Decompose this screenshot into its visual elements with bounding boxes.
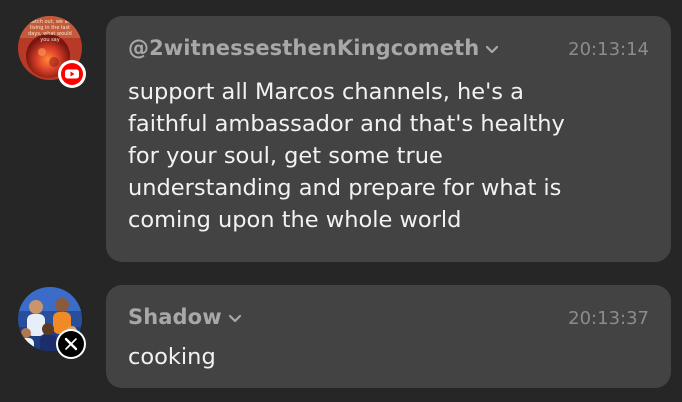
chevron-down-icon [228,305,242,329]
message-bubble: Shadow 20:13:37 cooking [106,285,671,388]
x-icon [56,329,86,359]
youtube-icon [58,60,86,88]
message-text: cooking [128,344,216,370]
author-dropdown[interactable]: @2witnessesthenKingcometh [128,36,499,60]
chat-feed: Watch out, we are living in the last day… [0,0,682,402]
author-dropdown[interactable]: Shadow [128,305,242,329]
avatar[interactable]: Watch out, we are living in the last day… [18,16,86,88]
message-bubble: @2witnessesthenKingcometh 20:13:14 suppo… [106,16,671,262]
message-header: @2witnessesthenKingcometh 20:13:14 [128,34,649,64]
avatar[interactable] [18,287,86,359]
chevron-down-icon [485,36,499,60]
message-timestamp: 20:13:37 [568,308,649,329]
message-text: support all Marcos channels, he's a fait… [128,79,565,233]
message-header: Shadow 20:13:37 [128,303,649,333]
message-timestamp: 20:13:14 [568,39,649,60]
author-name: @2witnessesthenKingcometh [128,36,480,60]
avatar-caption-text: Watch out, we are living in the last day… [27,19,73,43]
author-name: Shadow [128,305,222,329]
